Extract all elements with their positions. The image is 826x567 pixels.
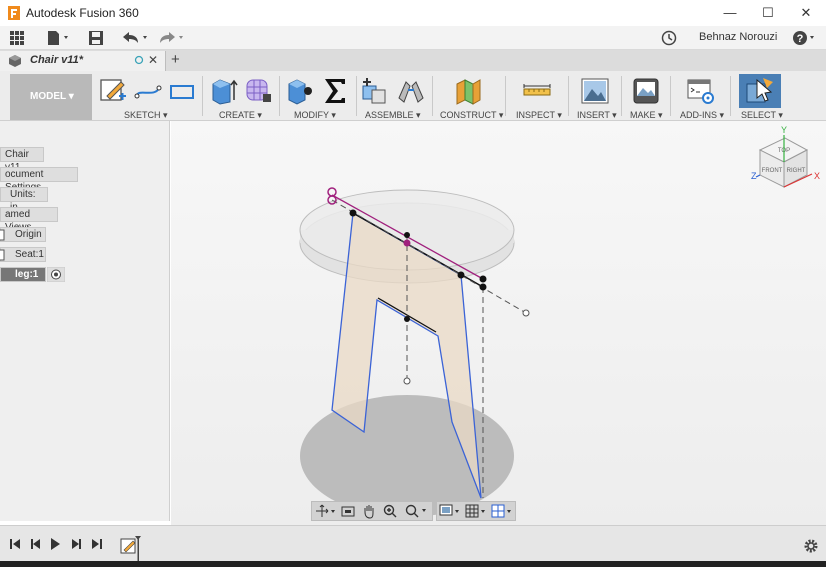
- help-icon[interactable]: ?: [792, 30, 818, 46]
- timeline-sketch-feature-icon[interactable]: [119, 533, 145, 561]
- joint-icon[interactable]: [396, 76, 426, 106]
- construction-endpoint[interactable]: [522, 309, 530, 317]
- toolbar-divider: [670, 76, 671, 116]
- inspect-group-label[interactable]: INSPECT ▾: [516, 110, 562, 121]
- sketch-point[interactable]: [349, 209, 357, 217]
- sketch-group-label[interactable]: SKETCH ▾: [124, 110, 168, 121]
- browser-node-leg-active[interactable]: leg:1: [0, 267, 46, 282]
- toolbar-divider: [568, 76, 569, 116]
- create-sketch-icon[interactable]: [99, 76, 129, 106]
- app-grid-icon[interactable]: [9, 30, 25, 46]
- grid-snaps-icon[interactable]: [464, 503, 488, 519]
- toolbar-divider: [432, 76, 433, 116]
- help-glyph: ?: [797, 33, 804, 45]
- online-status-icon: [134, 55, 144, 65]
- maximize-button[interactable]: ☐: [759, 4, 777, 22]
- fusion-logo-icon: [8, 6, 20, 20]
- add-ins-group-label[interactable]: ADD-INS ▾: [680, 110, 724, 121]
- toolbar-divider: [621, 76, 622, 116]
- sketch-point[interactable]: [457, 271, 465, 279]
- file-menu-icon[interactable]: [46, 30, 72, 46]
- extrude-icon[interactable]: [208, 76, 238, 106]
- view-cube[interactable]: TOP FRONT RIGHT Y X Z: [751, 125, 820, 188]
- new-tab-button[interactable]: +: [171, 51, 180, 68]
- toolbar-divider: [505, 76, 506, 116]
- ground-shadow: [300, 395, 514, 517]
- timeline-settings-gear-icon[interactable]: [803, 538, 819, 554]
- insert-image-icon[interactable]: [580, 76, 610, 106]
- line-icon[interactable]: [133, 76, 163, 106]
- sketch-point[interactable]: [479, 283, 487, 291]
- job-status-clock-icon[interactable]: [661, 30, 677, 46]
- insert-group-label[interactable]: INSERT ▾: [577, 110, 617, 121]
- browser-node-document-settings[interactable]: ocument Settings: [0, 167, 78, 193]
- document-tab-label: Chair v11*: [30, 54, 83, 66]
- pan-hand-icon[interactable]: [361, 503, 377, 519]
- toolbar-divider: [356, 76, 357, 116]
- form-icon[interactable]: [243, 76, 273, 106]
- display-settings-icon[interactable]: [438, 503, 462, 519]
- minimize-button[interactable]: —: [721, 4, 739, 22]
- viewports-icon[interactable]: [490, 503, 514, 519]
- browser-node-root[interactable]: Chair v11: [0, 147, 44, 173]
- undo-icon[interactable]: [120, 30, 150, 46]
- origin-folder-icon: [0, 229, 5, 241]
- construction-endpoint[interactable]: [403, 377, 411, 385]
- 3d-print-icon[interactable]: [631, 76, 661, 106]
- construct-group-label[interactable]: CONSTRUCT ▾: [440, 110, 503, 121]
- press-pull-icon[interactable]: [285, 76, 315, 106]
- design-document-icon: [9, 55, 21, 67]
- activate-component-radio-icon[interactable]: [47, 267, 65, 282]
- orbit-icon[interactable]: [314, 503, 336, 519]
- timeline-step-back-icon[interactable]: [29, 537, 43, 551]
- redo-icon[interactable]: [157, 30, 187, 46]
- timeline-go-to-start-icon[interactable]: [8, 537, 22, 551]
- midpoint-constraint[interactable]: [403, 239, 411, 247]
- rectangle-icon[interactable]: [167, 76, 197, 106]
- view-cube-right-label[interactable]: RIGHT: [787, 168, 806, 174]
- save-icon[interactable]: [88, 30, 104, 46]
- toolbar-divider: [279, 76, 280, 116]
- select-cursor-icon: [746, 78, 773, 103]
- toolbar-divider: [202, 76, 203, 116]
- chair-model-canvas[interactable]: TOP FRONT RIGHT Y X Z: [171, 121, 826, 525]
- toolbar-divider: [730, 76, 731, 116]
- workspace-label: MODEL ▾: [30, 91, 74, 102]
- user-account-menu[interactable]: Behnaz Norouzi: [699, 31, 777, 43]
- make-group-label[interactable]: MAKE ▾: [630, 110, 663, 121]
- modify-group-label[interactable]: MODIFY ▾: [294, 110, 336, 121]
- sketch-point[interactable]: [479, 275, 487, 283]
- browser-node-units[interactable]: Units: in: [0, 187, 48, 213]
- coincident-constraint-icon[interactable]: [327, 187, 337, 197]
- sketch-point[interactable]: [404, 316, 410, 322]
- assemble-group-label[interactable]: ASSEMBLE ▾: [365, 110, 421, 121]
- scripts-addins-icon[interactable]: [686, 76, 716, 106]
- offset-plane-icon[interactable]: [453, 76, 483, 106]
- sketch-point[interactable]: [404, 232, 410, 238]
- create-group-label[interactable]: CREATE ▾: [219, 110, 262, 121]
- timeline-go-to-end-icon[interactable]: [90, 537, 104, 551]
- browser-node-origin[interactable]: Origin: [0, 227, 46, 242]
- browser-node-seat[interactable]: Seat:1: [0, 247, 46, 262]
- axis-y-label: Y: [781, 125, 787, 135]
- axis-z-label: Z: [751, 171, 757, 181]
- taskbar-edge: [0, 561, 826, 567]
- sigma-parameters-icon[interactable]: [320, 76, 350, 106]
- close-window-button[interactable]: ✕: [797, 4, 815, 22]
- seat-component-icon: [0, 249, 5, 261]
- axis-x-label: X: [814, 171, 820, 181]
- zoom-window-icon[interactable]: [404, 503, 430, 519]
- look-at-icon[interactable]: [340, 503, 356, 519]
- timeline-step-forward-icon[interactable]: [69, 537, 83, 551]
- view-cube-front-label[interactable]: FRONT: [762, 168, 783, 174]
- window-title: Autodesk Fusion 360: [26, 6, 139, 20]
- select-group-label[interactable]: SELECT ▾: [741, 110, 783, 121]
- new-component-icon[interactable]: [360, 76, 390, 106]
- measure-icon[interactable]: [522, 76, 552, 106]
- close-tab-button[interactable]: ✕: [148, 53, 158, 67]
- browser-node-named-views[interactable]: amed Views: [0, 207, 58, 233]
- zoom-icon[interactable]: [382, 503, 398, 519]
- timeline-play-icon[interactable]: [48, 537, 62, 551]
